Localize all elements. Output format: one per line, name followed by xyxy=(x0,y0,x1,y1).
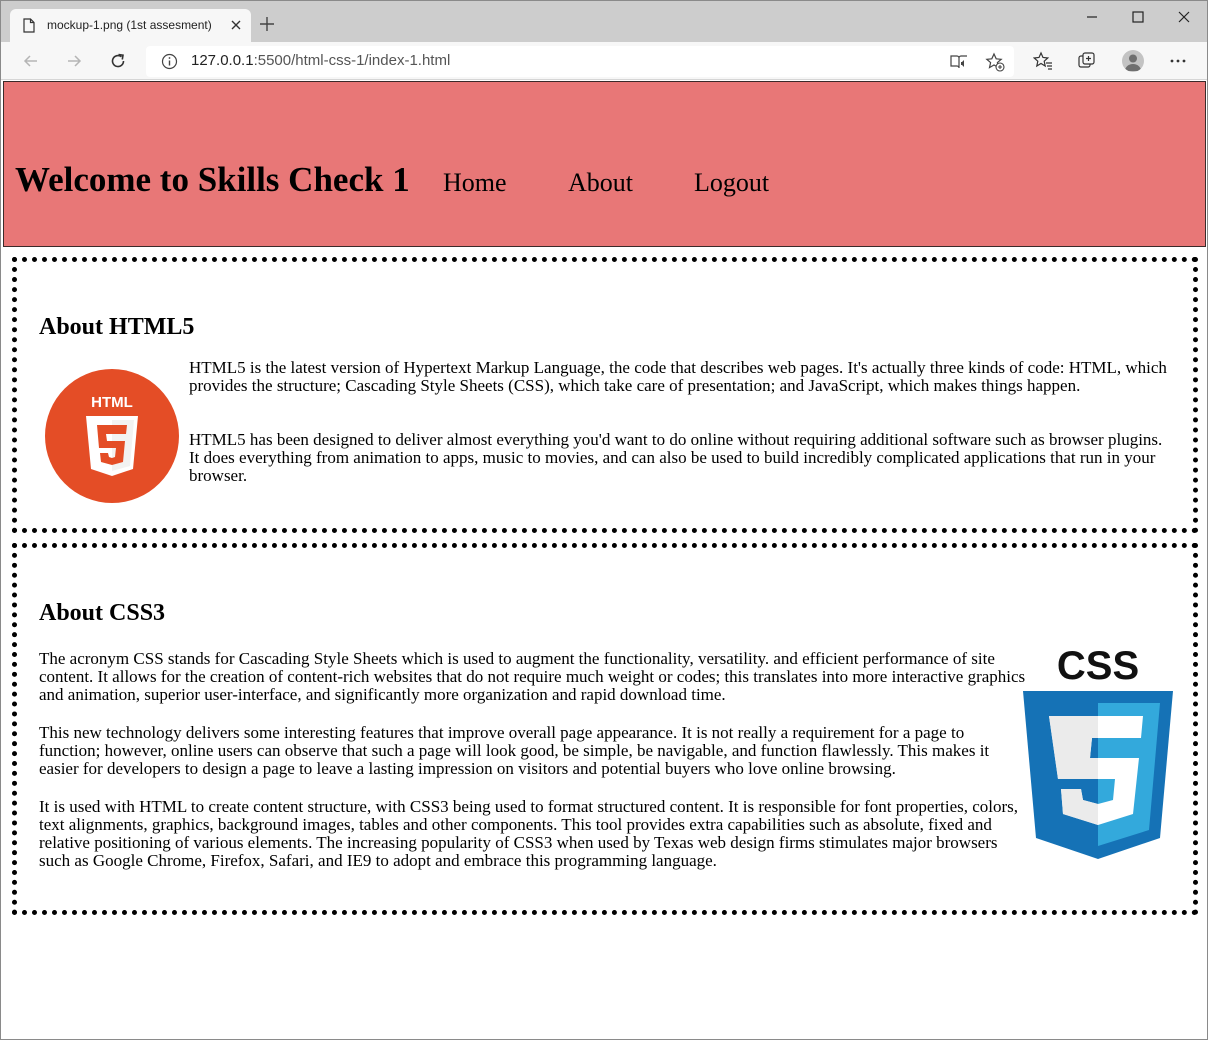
collections-icon[interactable] xyxy=(1077,51,1097,71)
url-text[interactable]: 127.0.0.1:5500/html-css-1/index-1.html xyxy=(191,52,450,69)
tab-strip: mockup-1.png (1st assesment) xyxy=(1,1,1207,42)
maximize-icon[interactable] xyxy=(1129,8,1147,26)
profile-avatar[interactable] xyxy=(1122,50,1144,72)
nav-about[interactable]: About xyxy=(568,168,633,198)
url-host: 127.0.0.1 xyxy=(191,52,254,69)
html5-logo-label: HTML xyxy=(91,394,133,411)
back-icon[interactable] xyxy=(21,51,41,71)
more-options-icon[interactable] xyxy=(1168,51,1188,71)
url-path: :5500/html-css-1/index-1.html xyxy=(253,52,451,69)
html5-paragraph-2: HTML5 has been designed to deliver almos… xyxy=(189,430,1163,485)
new-tab-icon[interactable] xyxy=(259,16,275,32)
tab-title: mockup-1.png (1st assesment) xyxy=(47,18,212,32)
browser-toolbar: 127.0.0.1:5500/html-css-1/index-1.html xyxy=(1,42,1207,80)
immersive-reader-icon[interactable] xyxy=(949,52,969,72)
page-viewport: Welcome to Skills Check 1 Home About Log… xyxy=(1,81,1207,1039)
nav-logout[interactable]: Logout xyxy=(694,168,769,198)
css3-paragraph-2: This new technology delivers some intere… xyxy=(39,723,990,778)
html5-section: About HTML5 HTML HTML5 is the latest ver… xyxy=(12,257,1198,533)
css3-logo: CSS xyxy=(1023,644,1173,859)
favorites-icon[interactable] xyxy=(1033,51,1053,71)
css3-section: About CSS3 The acronym CSS stands for Ca… xyxy=(12,543,1198,915)
browser-tab[interactable]: mockup-1.png (1st assesment) xyxy=(10,9,251,42)
close-window-icon[interactable] xyxy=(1175,8,1193,26)
site-title: Welcome to Skills Check 1 xyxy=(15,160,410,199)
close-tab-icon[interactable] xyxy=(229,18,243,32)
info-icon[interactable] xyxy=(161,53,178,70)
forward-icon[interactable] xyxy=(64,51,84,71)
css3-logo-label: CSS xyxy=(1057,644,1139,688)
browser-window: mockup-1.png (1st assesment) 127.0.0.1:5… xyxy=(0,0,1208,1040)
html5-paragraph-1: HTML5 is the latest version of Hypertext… xyxy=(189,358,1167,395)
address-bar[interactable]: 127.0.0.1:5500/html-css-1/index-1.html xyxy=(146,46,1014,77)
html5-logo: HTML xyxy=(45,369,179,503)
user-icon xyxy=(1125,54,1141,71)
refresh-icon[interactable] xyxy=(108,51,128,71)
document-icon xyxy=(23,18,35,33)
nav-home[interactable]: Home xyxy=(443,168,507,198)
section-heading: About CSS3 xyxy=(39,600,166,626)
add-favorite-icon[interactable] xyxy=(985,52,1005,72)
css3-paragraph-3: It is used with HTML to create content s… xyxy=(39,797,1019,870)
site-header: Welcome to Skills Check 1 Home About Log… xyxy=(3,81,1206,247)
section-heading: About HTML5 xyxy=(39,314,195,340)
minimize-icon[interactable] xyxy=(1083,8,1101,26)
css3-paragraph-1: The acronym CSS stands for Cascading Sty… xyxy=(39,649,1026,704)
